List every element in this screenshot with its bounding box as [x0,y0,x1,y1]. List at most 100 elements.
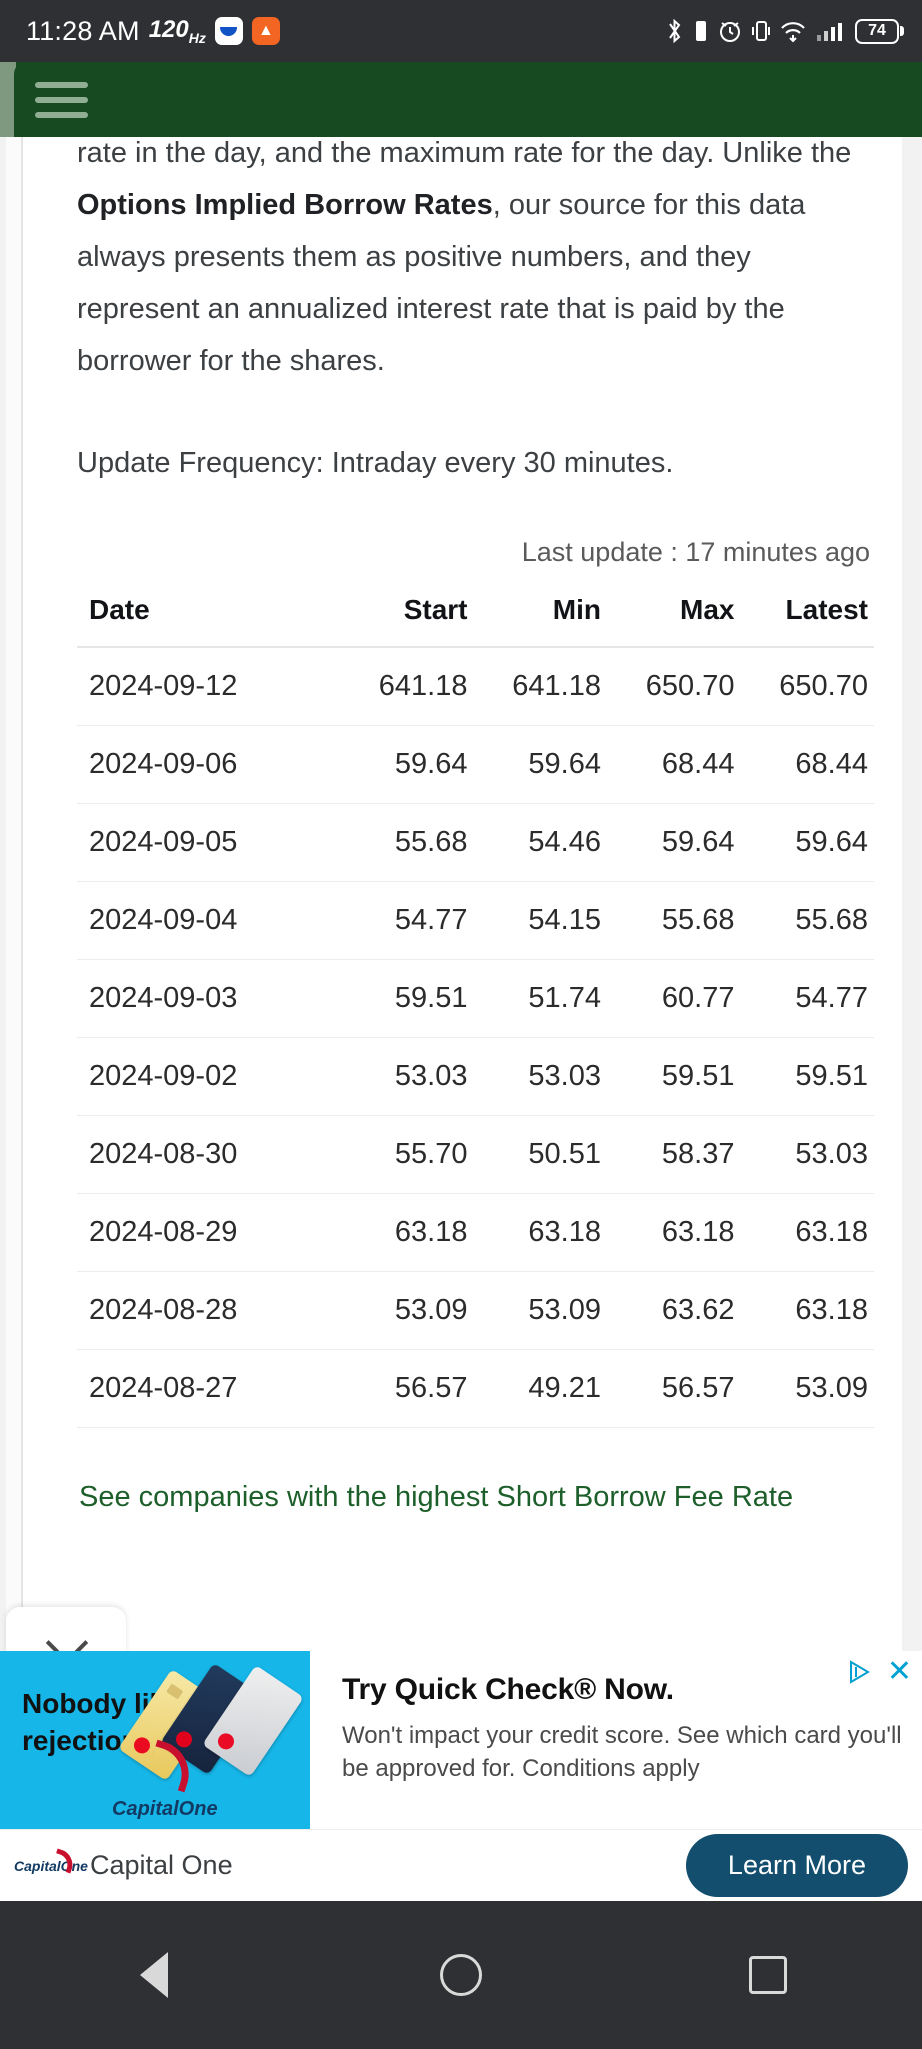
bluetooth-icon [669,18,681,44]
cell-min: 54.15 [473,881,607,960]
ad-brand-name: Capital One [90,1850,233,1880]
content-card: rate in the day, and the maximum rate fo… [22,137,902,1651]
cell-latest: 68.44 [740,725,874,804]
update-frequency-text: Update Frequency: Intraday every 30 minu… [77,447,674,479]
android-navigation-bar [0,1901,922,2049]
cell-max: 59.51 [607,1037,741,1116]
cell-start: 55.68 [340,803,474,882]
hamburger-line-1 [35,81,88,88]
chevron-down-icon [49,1622,83,1651]
ad-controls[interactable]: ✕ [847,1657,912,1687]
wifi-icon [781,22,805,43]
cell-max: 56.57 [607,1349,741,1428]
column-header-min[interactable]: Min [473,580,607,648]
collapse-panel-button[interactable] [6,1607,126,1651]
alarm-icon [720,22,740,42]
battery-nub [900,26,904,36]
table-row: 2024-09-06 59.64 59.64 68.44 68.44 [77,725,874,804]
refresh-rate-indicator: 120Hz [148,16,206,46]
status-bar-right: 74 [665,18,904,44]
highest-short-borrow-fee-rate-link[interactable]: See companies with the highest Short Bor… [77,1476,874,1518]
cell-start: 55.70 [340,1115,474,1194]
cell-min: 63.18 [473,1193,607,1272]
hamburger-line-3 [35,111,88,118]
ad-description: Won't impact your credit score. See whic… [342,1722,902,1782]
table-row: 2024-09-05 55.68 54.46 59.64 59.64 [77,803,874,882]
cell-date: 2024-09-04 [77,881,340,960]
table-row: 2024-08-29 63.18 63.18 63.18 63.18 [77,1193,874,1272]
column-header-latest[interactable]: Latest [740,580,874,648]
cell-date: 2024-08-28 [77,1271,340,1350]
cell-min: 50.51 [473,1115,607,1194]
status-bar-clock: 11:28 AM [26,15,140,46]
cell-min: 54.46 [473,803,607,882]
recents-square-icon [749,1956,788,1994]
recents-button[interactable] [742,1949,794,2001]
ad-footer-bar: CapitalOne Capital One Learn More [0,1829,922,1901]
cell-start: 59.51 [340,959,474,1038]
advertisement-banner[interactable]: Nobody likes rejection. CapitalOne Try Q… [0,1651,922,1829]
cell-start: 641.18 [340,647,474,726]
cell-max: 68.44 [607,725,741,804]
cell-date: 2024-09-06 [77,725,340,804]
column-header-start[interactable]: Start [340,580,474,648]
learn-more-button[interactable]: Learn More [685,1834,908,1897]
hamburger-line-2 [35,96,88,103]
cell-start: 54.77 [340,881,474,960]
home-button[interactable] [435,1949,487,2001]
table-row: 2024-08-30 55.70 50.51 58.37 53.03 [77,1115,874,1194]
table-header-row: Date Start Min Max Latest [77,580,874,648]
cell-date: 2024-08-27 [77,1349,340,1428]
page-scroll-area[interactable]: rate in the day, and the maximum rate fo… [0,137,922,1651]
battery-level: 74 [855,18,899,44]
table-row: 2024-09-02 53.03 53.03 59.51 59.51 [77,1037,874,1116]
cell-min: 59.64 [473,725,607,804]
close-icon[interactable]: ✕ [887,1657,912,1687]
cell-min: 49.21 [473,1349,607,1428]
cell-start: 63.18 [340,1193,474,1272]
battery-indicator: 74 [853,18,904,44]
battery-saver-icon [696,21,706,41]
cell-date: 2024-08-30 [77,1115,340,1194]
hamburger-menu-button[interactable] [14,62,109,137]
capitalone-logo: CapitalOne [112,1798,218,1820]
orange-app-icon: ▲ [251,17,280,45]
last-update-label: Last update : 17 minutes ago [521,537,870,567]
cell-start: 53.09 [340,1271,474,1350]
cell-start: 53.03 [340,1037,474,1116]
column-header-max[interactable]: Max [607,580,741,648]
cell-min: 53.09 [473,1271,607,1350]
back-button[interactable] [128,1949,180,2001]
cell-max: 58.37 [607,1115,741,1194]
table-body: 2024-09-12 641.18 641.18 650.70 650.70 2… [77,647,874,1428]
signal-icon [817,23,842,41]
table-row: 2024-09-12 641.18 641.18 650.70 650.70 [77,647,874,726]
cell-max: 63.18 [607,1193,741,1272]
cell-min: 53.03 [473,1037,607,1116]
cell-max: 63.62 [607,1271,741,1350]
vibrate-icon [752,21,770,41]
cell-date: 2024-09-05 [77,803,340,882]
adchoices-icon[interactable] [847,1659,873,1685]
cell-latest: 54.77 [740,959,874,1038]
cell-latest: 53.03 [740,1115,874,1194]
mail-app-icon [214,17,243,45]
cell-date: 2024-08-29 [77,1193,340,1272]
cell-max: 55.68 [607,881,741,960]
cell-max: 59.64 [607,803,741,882]
column-header-date[interactable]: Date [77,580,340,648]
android-status-bar: 11:28 AM 120Hz ▲ 74 [0,0,922,62]
table-row: 2024-08-28 53.09 53.09 63.62 63.18 [77,1271,874,1350]
cell-latest: 650.70 [740,647,874,726]
cell-date: 2024-09-03 [77,959,340,1038]
cell-max: 650.70 [607,647,741,726]
status-bar-left: 11:28 AM 120Hz ▲ [26,16,280,47]
options-implied-borrow-rates-term: Options Implied Borrow Rates [77,189,493,221]
ad-title: Try Quick Check® Now. [342,1673,674,1706]
ad-creative-image[interactable]: Nobody likes rejection. CapitalOne [0,1651,310,1829]
paragraph-part-1: rate in the day, and the maximum rate fo… [77,137,852,169]
cell-date: 2024-09-12 [77,647,340,726]
cell-latest: 53.09 [740,1349,874,1428]
ad-text-area[interactable]: Try Quick Check® Now. Won't impact your … [310,1651,922,1829]
cell-latest: 55.68 [740,881,874,960]
